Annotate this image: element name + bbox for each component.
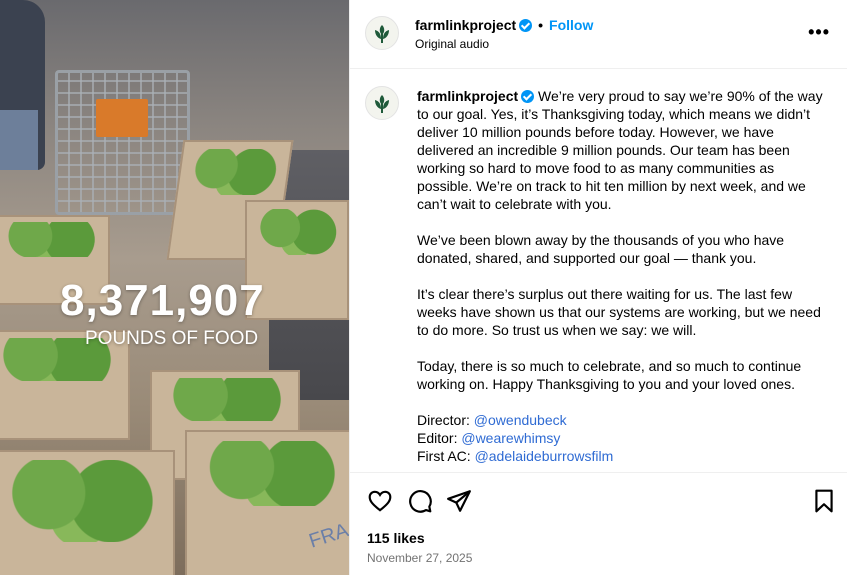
caption-avatar[interactable] <box>365 86 399 120</box>
post-date[interactable]: November 27, 2025 <box>367 551 472 565</box>
overlay-pounds-number: 8,371,907 <box>60 276 265 325</box>
produce-box: FRA <box>185 430 349 575</box>
credit-role: Editor: <box>417 430 458 446</box>
produce-box <box>0 450 175 575</box>
avatar[interactable] <box>365 16 399 50</box>
credits-list: Director: @owendubeck Editor: @wearewhim… <box>417 411 827 465</box>
caption-paragraph: We’re very proud to say we’re 90% of the… <box>417 88 823 212</box>
verified-badge-icon <box>519 19 533 32</box>
follow-button[interactable]: Follow <box>549 17 593 33</box>
more-options-icon[interactable]: ••• <box>808 22 830 43</box>
shopping-cart <box>55 70 190 215</box>
heart-icon[interactable] <box>367 488 393 514</box>
leaf-logo-icon <box>375 95 389 113</box>
original-audio-link[interactable]: Original audio <box>415 37 489 51</box>
credit-line: First AC: @adelaideburrowsfilm <box>417 447 827 465</box>
credit-line: Director: @owendubeck <box>417 411 827 429</box>
post-header: farmlinkproject • Follow Original audio ••… <box>350 0 847 69</box>
credit-handle-link[interactable]: @owendubeck <box>474 412 567 428</box>
caption-paragraph: It’s clear there’s surplus out there wai… <box>417 286 821 338</box>
post-detail-panel: farmlinkproject • Follow Original audio ••… <box>349 0 847 575</box>
caption-paragraph: We’ve been blown away by the thousands o… <box>417 232 785 266</box>
share-icon[interactable] <box>446 488 472 514</box>
caption-scroll-area[interactable]: farmlinkproject We’re very proud to say … <box>350 70 847 472</box>
action-bar: 115 likes November 27, 2025 <box>350 472 847 575</box>
caption-paragraph: Today, there is so much to celebrate, an… <box>417 358 802 392</box>
post-media-video[interactable]: FRA 8,371,907 POUNDS OF FOOD <box>0 0 349 575</box>
credit-role: Director: <box>417 412 470 428</box>
credit-handle-link[interactable]: @adelaideburrowsfilm <box>475 448 614 464</box>
caption-username[interactable]: farmlinkproject <box>417 88 518 104</box>
separator-dot: • <box>538 17 544 33</box>
likes-count[interactable]: 115 likes <box>367 530 425 546</box>
header-username[interactable]: farmlinkproject <box>415 17 516 33</box>
credit-line: Editor: @wearewhimsy <box>417 429 827 447</box>
leaf-logo-icon <box>375 25 389 43</box>
person-figure <box>0 0 45 170</box>
box-print-text: FRA <box>306 519 349 553</box>
comment-icon[interactable] <box>407 488 433 514</box>
verified-badge-icon <box>521 90 535 103</box>
caption-text: farmlinkproject We’re very proud to say … <box>417 87 827 465</box>
credit-handle-link[interactable]: @wearewhimsy <box>461 430 560 446</box>
overlay-pounds-label: POUNDS OF FOOD <box>85 328 259 349</box>
credit-role: First AC: <box>417 448 471 464</box>
bookmark-icon[interactable] <box>811 488 837 514</box>
